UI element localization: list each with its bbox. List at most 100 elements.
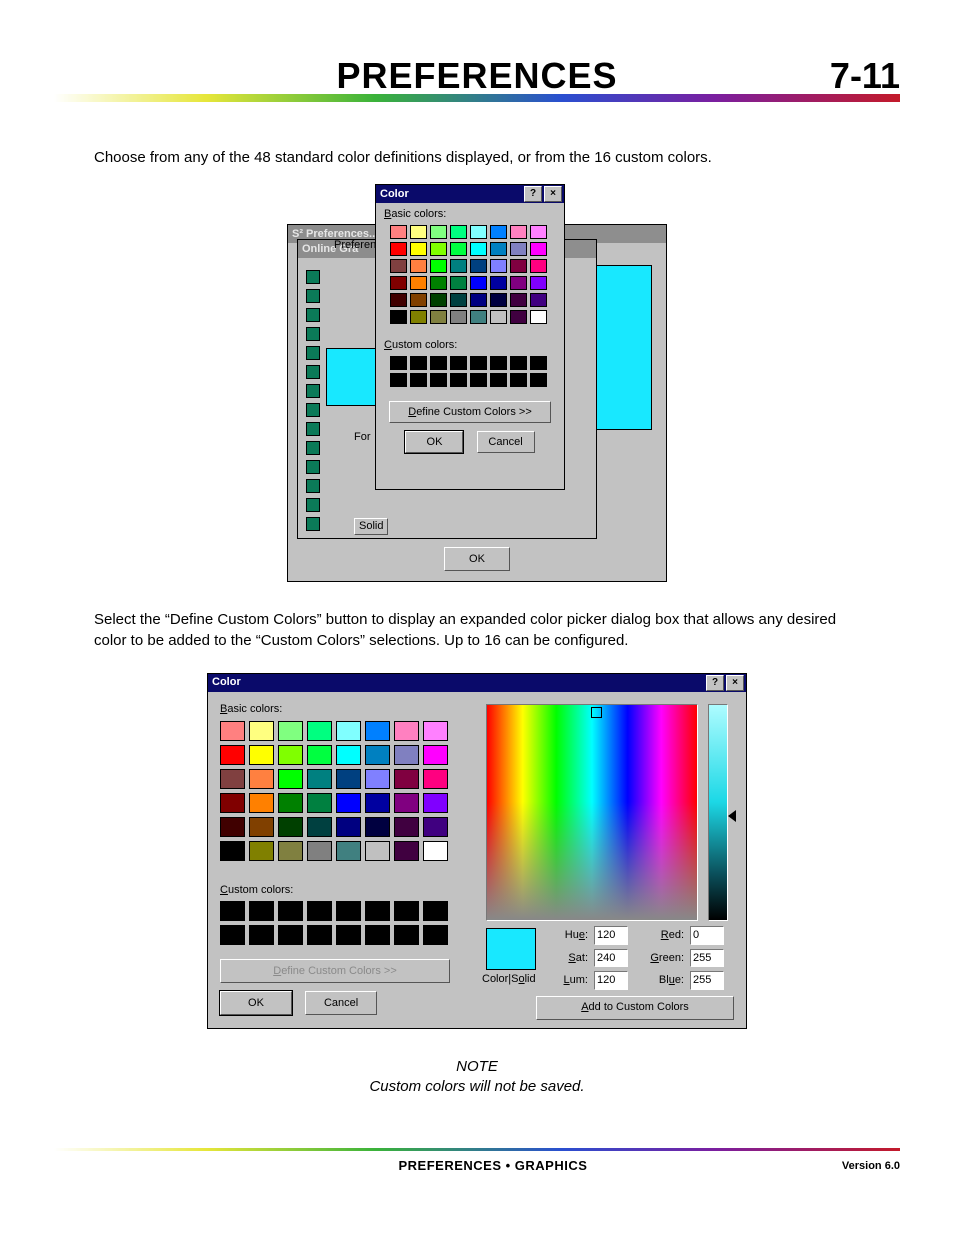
color-swatch[interactable]	[390, 293, 407, 307]
color-swatch[interactable]	[336, 721, 361, 741]
color-swatch[interactable]	[336, 745, 361, 765]
color-swatch[interactable]	[394, 745, 419, 765]
color-swatch[interactable]	[249, 817, 274, 837]
color-swatch[interactable]	[530, 242, 547, 256]
color-swatch[interactable]	[365, 721, 390, 741]
color-swatch[interactable]	[450, 293, 467, 307]
color-swatch[interactable]	[510, 242, 527, 256]
color-swatch[interactable]	[307, 745, 332, 765]
color-swatch[interactable]	[249, 841, 274, 861]
color-swatch[interactable]	[530, 276, 547, 290]
color-swatch[interactable]	[470, 225, 487, 239]
color-swatch[interactable]	[394, 793, 419, 813]
color-swatch[interactable]	[490, 259, 507, 273]
luminance-pointer-icon[interactable]	[728, 810, 736, 822]
color-swatch[interactable]	[530, 310, 547, 324]
hue-input[interactable]: 120	[594, 926, 628, 945]
lum-input[interactable]: 120	[594, 971, 628, 990]
color-swatch[interactable]	[410, 259, 427, 273]
color-swatch[interactable]	[530, 259, 547, 273]
define-custom-colors-button[interactable]: Define Custom Colors >>	[389, 401, 551, 423]
color-swatch[interactable]	[470, 276, 487, 290]
help-icon[interactable]: ?	[706, 675, 724, 691]
color-swatch[interactable]	[394, 721, 419, 741]
color-swatch[interactable]	[450, 276, 467, 290]
luminance-bar[interactable]	[708, 704, 728, 921]
color-swatch[interactable]	[450, 259, 467, 273]
color-swatch[interactable]	[307, 793, 332, 813]
close-icon[interactable]: ×	[544, 186, 562, 202]
cancel-button[interactable]: Cancel	[477, 431, 535, 453]
color-swatch[interactable]	[336, 841, 361, 861]
green-input[interactable]: 255	[690, 949, 724, 968]
color-swatch[interactable]	[307, 721, 332, 741]
color-swatch[interactable]	[365, 817, 390, 837]
color-swatch[interactable]	[430, 225, 447, 239]
color-swatch[interactable]	[490, 293, 507, 307]
color-swatch[interactable]	[336, 793, 361, 813]
color-swatch[interactable]	[220, 817, 245, 837]
color-swatch[interactable]	[390, 225, 407, 239]
color-swatch[interactable]	[278, 793, 303, 813]
color-swatch[interactable]	[490, 310, 507, 324]
color-swatch[interactable]	[430, 293, 447, 307]
color-swatch[interactable]	[336, 769, 361, 789]
blue-input[interactable]: 255	[690, 971, 724, 990]
color-swatch[interactable]	[390, 276, 407, 290]
add-to-custom-colors-button[interactable]: Add to Custom Colors	[536, 996, 734, 1020]
custom-color-grid[interactable]	[220, 901, 450, 945]
color-swatch[interactable]	[220, 769, 245, 789]
ok-button[interactable]: OK	[220, 991, 292, 1015]
color-swatch[interactable]	[430, 310, 447, 324]
help-icon[interactable]: ?	[524, 186, 542, 202]
color-swatch[interactable]	[278, 817, 303, 837]
color-swatch[interactable]	[470, 259, 487, 273]
color-swatch[interactable]	[278, 841, 303, 861]
color-swatch[interactable]	[423, 793, 448, 813]
color-swatch[interactable]	[307, 841, 332, 861]
color-swatch[interactable]	[510, 310, 527, 324]
color-swatch[interactable]	[249, 769, 274, 789]
color-swatch[interactable]	[450, 310, 467, 324]
color-swatch[interactable]	[410, 293, 427, 307]
color-swatch[interactable]	[530, 225, 547, 239]
color-swatch[interactable]	[430, 242, 447, 256]
color-swatch[interactable]	[365, 745, 390, 765]
color-swatch[interactable]	[470, 293, 487, 307]
basic-color-grid[interactable]	[390, 225, 556, 324]
color-swatch[interactable]	[490, 276, 507, 290]
color-swatch[interactable]	[470, 242, 487, 256]
color-swatch[interactable]	[423, 841, 448, 861]
color-swatch[interactable]	[510, 259, 527, 273]
color-swatch[interactable]	[307, 817, 332, 837]
color-swatch[interactable]	[423, 769, 448, 789]
color-swatch[interactable]	[510, 225, 527, 239]
custom-color-grid[interactable]	[390, 356, 556, 387]
color-swatch[interactable]	[510, 293, 527, 307]
color-swatch[interactable]	[307, 769, 332, 789]
basic-color-grid[interactable]	[220, 721, 450, 861]
color-swatch[interactable]	[394, 817, 419, 837]
color-swatch[interactable]	[410, 242, 427, 256]
color-swatch[interactable]	[249, 793, 274, 813]
color-swatch[interactable]	[278, 769, 303, 789]
color-swatch[interactable]	[410, 310, 427, 324]
cancel-button[interactable]: Cancel	[305, 991, 377, 1015]
color-swatch[interactable]	[423, 745, 448, 765]
color-swatch[interactable]	[450, 242, 467, 256]
color-swatch[interactable]	[430, 259, 447, 273]
color-swatch[interactable]	[423, 817, 448, 837]
color-swatch[interactable]	[365, 769, 390, 789]
color-swatch[interactable]	[365, 793, 390, 813]
red-input[interactable]: 0	[690, 926, 724, 945]
color-swatch[interactable]	[249, 721, 274, 741]
solid-tab[interactable]: Solid	[354, 518, 388, 535]
color-swatch[interactable]	[390, 242, 407, 256]
color-swatch[interactable]	[220, 721, 245, 741]
color-swatch[interactable]	[278, 745, 303, 765]
color-swatch[interactable]	[510, 276, 527, 290]
color-swatch[interactable]	[430, 276, 447, 290]
color-swatch[interactable]	[390, 259, 407, 273]
color-swatch[interactable]	[220, 793, 245, 813]
color-swatch[interactable]	[390, 310, 407, 324]
